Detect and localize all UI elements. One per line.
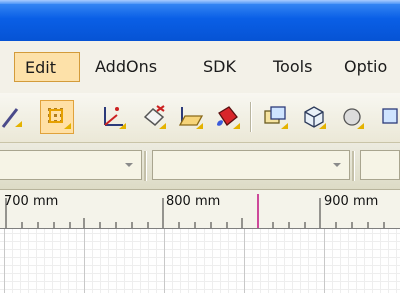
menu-tools[interactable]: Tools [271, 52, 314, 82]
3d-box-button[interactable] [296, 100, 330, 134]
eraser-icon [143, 105, 166, 129]
style-combo[interactable] [0, 150, 142, 180]
3d-box-icon [304, 106, 326, 129]
open-folder-button[interactable] [173, 100, 207, 134]
axis-icon [104, 107, 126, 129]
title-bar [0, 0, 400, 41]
toolbar [0, 93, 400, 143]
ruler-label-900: 900 mm [324, 194, 379, 209]
chevron-down-icon[interactable] [117, 151, 141, 179]
format-toolbar [0, 143, 400, 190]
title-bar-sheen [0, 0, 400, 4]
overflow-button[interactable] [334, 100, 368, 134]
paint-bucket-button[interactable] [210, 100, 244, 134]
layers-button[interactable] [258, 100, 292, 134]
grid-snap-button[interactable] [40, 100, 74, 134]
ruler-label-800: 800 mm [166, 194, 221, 209]
extra-combo[interactable] [360, 150, 400, 180]
menu-options[interactable]: Optio [342, 52, 389, 82]
magic-wand-icon [1, 108, 22, 128]
toolbar-separator [250, 102, 251, 132]
ruler-label-700: 700 mm [4, 194, 59, 209]
overflow-icon [343, 108, 364, 129]
magic-wand-button[interactable] [0, 100, 26, 134]
grid-snap-icon [48, 108, 71, 129]
layers-icon [264, 106, 288, 129]
open-folder-icon [178, 107, 204, 129]
menu-bar: Edit AddOns SDK Tools Optio [0, 41, 400, 94]
eraser-button[interactable] [136, 100, 170, 134]
chevron-down-icon[interactable] [325, 151, 349, 179]
layer-combo[interactable] [152, 150, 350, 180]
drawing-canvas[interactable] [0, 229, 400, 293]
axis-button[interactable] [96, 100, 130, 134]
combo-separator [352, 151, 355, 181]
horizontal-ruler: 700 mm 800 mm 900 mm [0, 190, 400, 229]
menu-addons[interactable]: AddOns [93, 52, 159, 82]
paint-bucket-icon [217, 106, 240, 129]
more-button[interactable] [378, 100, 400, 134]
menu-sdk[interactable]: SDK [201, 52, 238, 82]
more-icon [382, 108, 398, 124]
combo-separator [144, 151, 147, 181]
menu-edit[interactable]: Edit [14, 52, 80, 82]
